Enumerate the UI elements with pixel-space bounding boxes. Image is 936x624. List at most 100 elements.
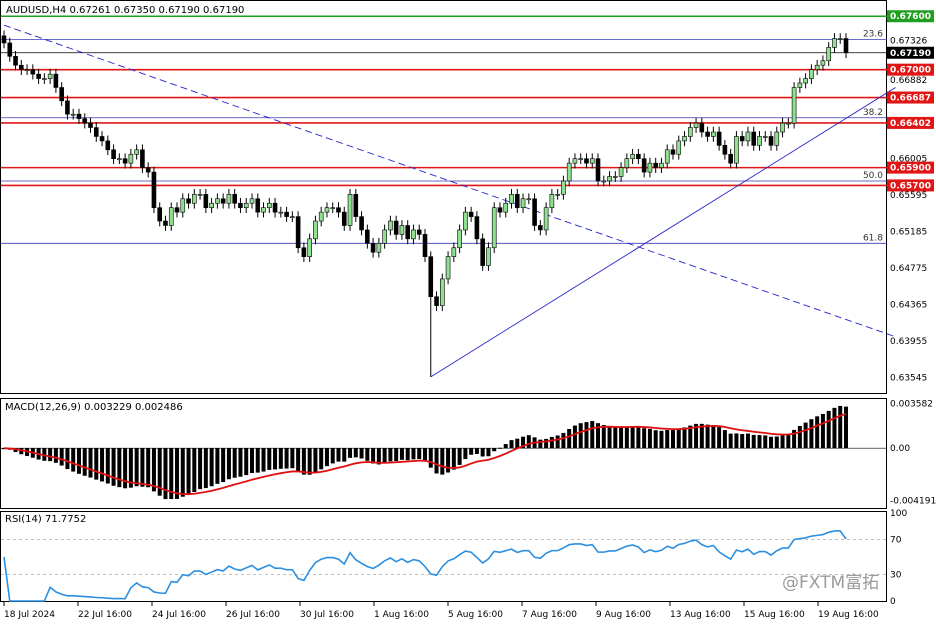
price-badge-label: 0.67600 xyxy=(890,12,931,22)
bullish-candle xyxy=(324,207,330,213)
macd-histogram-bar xyxy=(480,448,485,457)
macd-histogram-bar xyxy=(226,448,231,480)
bearish-candle xyxy=(255,198,261,213)
macd-histogram-bar xyxy=(417,448,422,460)
macd-histogram-bar xyxy=(642,428,647,449)
macd-histogram-bar xyxy=(198,448,203,490)
bearish-candle xyxy=(301,247,307,257)
bullish-candle xyxy=(613,176,618,178)
bearish-candle xyxy=(722,145,728,155)
bullish-candle xyxy=(601,180,607,183)
bullish-candle xyxy=(197,194,203,196)
bearish-candle xyxy=(365,229,370,244)
macd-histogram-bar xyxy=(261,448,266,472)
macd-histogram-bar xyxy=(359,448,364,459)
macd-histogram-bar xyxy=(394,448,399,462)
bearish-candle xyxy=(434,296,439,306)
bullish-candle xyxy=(486,247,491,266)
main-plot-frame xyxy=(0,0,887,394)
macd-histogram-bar xyxy=(619,427,624,449)
macd-histogram-bar xyxy=(751,434,756,449)
bullish-candle xyxy=(491,207,497,249)
bullish-candle xyxy=(278,211,284,214)
bullish-candle xyxy=(791,87,797,124)
bearish-candle xyxy=(7,42,13,57)
bearish-candle xyxy=(105,140,111,151)
chart-canvas: 23.6 38.2 50.0 61.8 0.67600 0.67326 0.67190 0.… xyxy=(0,0,936,620)
watermark-logo: @FXTM富拓 xyxy=(782,573,879,593)
macd-histogram-bar xyxy=(186,448,191,495)
bearish-candle xyxy=(186,198,191,204)
bearish-candle xyxy=(480,238,485,266)
bullish-candle xyxy=(572,158,578,164)
bearish-candle xyxy=(53,73,59,88)
macd-histogram-bar xyxy=(88,448,93,478)
macd-histogram-bar xyxy=(249,448,254,473)
macd-histogram-bar xyxy=(584,422,589,449)
macd-histogram-bar xyxy=(111,448,116,486)
bearish-candle xyxy=(65,100,70,115)
bearish-candle xyxy=(13,56,18,66)
bullish-candle xyxy=(659,162,664,168)
macd-histogram-bar xyxy=(192,448,197,492)
bearish-candle xyxy=(532,198,537,226)
rsi-tick-label: 70 xyxy=(890,535,902,545)
bearish-candle xyxy=(538,225,543,231)
date-tick-label: 15 Aug 16:00 xyxy=(744,610,805,620)
macd-histogram-bar xyxy=(180,448,185,497)
macd-histogram-bar xyxy=(411,448,416,460)
macd-histogram-bar xyxy=(313,448,318,473)
bullish-candle xyxy=(786,122,791,125)
bullish-candle xyxy=(589,158,595,164)
macd-histogram-bar xyxy=(399,448,404,460)
bearish-candle xyxy=(36,73,41,79)
macd-histogram-bar xyxy=(273,448,278,470)
macd-histogram-bar xyxy=(65,448,70,470)
bullish-candle xyxy=(814,64,820,70)
bullish-candle xyxy=(630,153,635,160)
macd-histogram-bar xyxy=(342,448,347,462)
fibonacci-level-label: 50.0 xyxy=(863,171,883,181)
macd-histogram-bar xyxy=(492,448,497,452)
bearish-candle xyxy=(514,194,520,208)
bullish-candle xyxy=(445,256,451,280)
bullish-candle xyxy=(780,122,785,133)
bearish-candle xyxy=(30,69,36,75)
bearish-candle xyxy=(99,136,105,142)
bullish-candle xyxy=(192,194,197,204)
bullish-candle xyxy=(762,136,768,138)
macd-histogram-bar xyxy=(647,428,652,449)
macd-histogram-bar xyxy=(515,438,520,449)
macd-histogram-bar xyxy=(76,448,81,474)
bearish-candle xyxy=(174,207,180,213)
macd-histogram-bar xyxy=(722,430,727,449)
macd-histogram-bar xyxy=(348,448,353,458)
bullish-candle xyxy=(168,207,174,226)
bearish-candle xyxy=(474,216,480,240)
price-tick-label: 0.65595 xyxy=(890,191,927,201)
macd-histogram-bar xyxy=(330,448,335,464)
bearish-candle xyxy=(59,87,64,102)
price-tick-label: 0.64775 xyxy=(890,264,927,274)
rsi-tick-label: 0 xyxy=(890,597,896,607)
bullish-candle xyxy=(578,158,584,161)
macd-histogram-bar xyxy=(809,419,814,449)
bullish-candle xyxy=(249,198,255,204)
macd-histogram-bar xyxy=(820,413,825,449)
macd-histogram-bar xyxy=(117,448,122,488)
macd-histogram-bar xyxy=(670,430,675,449)
macd-histogram-bar xyxy=(486,448,491,457)
macd-histogram-bar xyxy=(94,448,99,480)
macd-histogram-bar xyxy=(555,435,560,449)
fibonacci-level-label: 38.2 xyxy=(863,108,883,118)
macd-histogram-bar xyxy=(734,433,739,449)
macd-histogram-bar xyxy=(613,427,618,449)
bullish-candle xyxy=(682,136,687,142)
bullish-candle xyxy=(226,194,232,204)
macd-histogram-bar xyxy=(82,448,87,476)
bearish-candle xyxy=(653,162,658,168)
bearish-candle xyxy=(122,158,128,164)
fibonacci-level-label: 23.6 xyxy=(863,29,883,39)
macd-histogram-bar xyxy=(353,448,358,458)
bearish-candle xyxy=(716,131,722,146)
